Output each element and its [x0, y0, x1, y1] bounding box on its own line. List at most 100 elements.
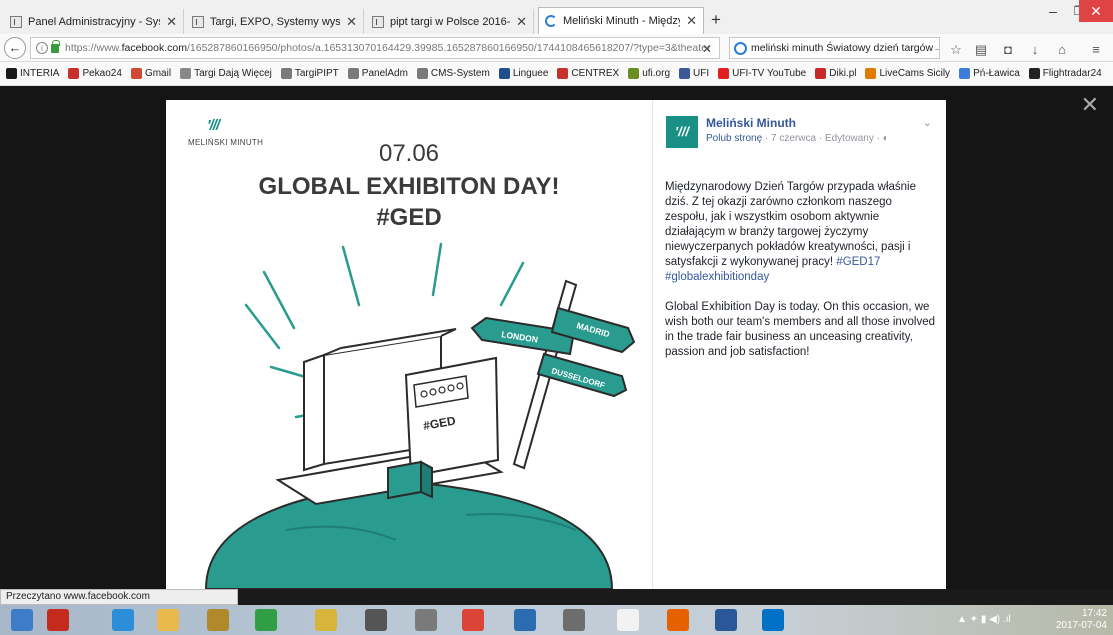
search-go-icon[interactable]: → — [933, 42, 939, 54]
pocket-icon[interactable]: ◘ — [1000, 42, 1016, 57]
taskbar-media-button[interactable] — [200, 607, 236, 633]
post-options-chevron-icon[interactable]: ⌄ — [923, 116, 932, 129]
tab-targi-expo[interactable]: Targi, EXPO, Systemy wystaw ✕ — [186, 9, 364, 34]
bookmark-item[interactable]: TargiPIPT — [280, 68, 339, 79]
bookmark-item[interactable]: CMS-System — [416, 68, 490, 79]
search-engine-icon — [734, 41, 747, 55]
tab-close-icon[interactable]: ✕ — [516, 14, 527, 30]
search-box[interactable]: meliński minuth Światowy dzień targów → — [729, 37, 940, 59]
loading-spinner-icon — [545, 15, 557, 27]
tab-close-icon[interactable]: ✕ — [346, 14, 357, 30]
bookmark-item[interactable]: Diki.pl — [815, 68, 856, 79]
taskbar-camera-button[interactable] — [358, 607, 394, 633]
bookmark-item[interactable]: Flightradar24 — [1028, 68, 1102, 79]
bookmark-item[interactable]: Pekao24 — [68, 68, 122, 79]
bookmark-label: Gmail — [144, 68, 172, 79]
ged-hashtag: #GED — [376, 204, 442, 231]
taskbar-app-button[interactable] — [507, 607, 543, 633]
new-tab-button[interactable]: + — [711, 10, 721, 30]
start-icon — [11, 609, 33, 631]
globe-icon: ◐ — [882, 133, 889, 144]
url-prefix: https://www. — [65, 42, 122, 54]
taskbar-ie-button[interactable] — [105, 607, 141, 633]
photo-image[interactable]: LONDON MADRID DUSSELDORF #GED '/// MELIŃ… — [166, 100, 652, 589]
bookmark-label: UFI-TV YouTube — [732, 68, 807, 79]
store-icon — [255, 609, 277, 631]
bookmark-item[interactable]: Gmail — [130, 68, 172, 79]
bookmark-label: UFI — [693, 68, 710, 79]
bookmark-label: Flightradar24 — [1042, 68, 1102, 79]
photos-icon — [315, 609, 337, 631]
tab-pipt-targi[interactable]: pipt targi w Polsce 2016-cale ✕ — [366, 9, 534, 34]
taskbar-explorer-button[interactable] — [150, 607, 186, 633]
outlook-icon — [762, 609, 784, 631]
ie-icon — [112, 609, 134, 631]
bookmark-label: Diki.pl — [829, 68, 857, 79]
taskbar-pen-button[interactable] — [408, 607, 444, 633]
taskbar-scanner-button[interactable] — [556, 607, 592, 633]
bookmark-item[interactable]: Targi Dają Więcej — [180, 68, 272, 79]
tab-close-icon[interactable]: ✕ — [686, 13, 697, 29]
windows-taskbar: ▲ ✦ ▮ ◀) .ıl 17:42 2017-07-04 — [0, 605, 1113, 635]
reading-list-icon[interactable]: ▤ — [973, 42, 989, 58]
pekao-icon — [68, 68, 80, 79]
home-icon[interactable]: ⌂ — [1054, 42, 1070, 57]
tab-melinski-minuth[interactable]: Meliński Minuth - Międzyna ✕ — [538, 7, 704, 34]
bookmark-label: CENTREX — [571, 68, 620, 79]
clock[interactable]: 17:42 2017-07-04 — [1056, 608, 1107, 632]
clock-time: 17:42 — [1081, 608, 1107, 619]
M-icon — [130, 68, 142, 79]
browser-tab-strip: Panel Administracyjny - Syst ✕ Targi, EX… — [0, 0, 1113, 34]
page-favicon-icon — [192, 15, 204, 28]
post-meta: Polub stronę · 7 czerwca · Edytowany · ◐ — [706, 133, 889, 144]
page-favicon-icon — [372, 15, 384, 28]
bookmark-item[interactable]: PanelAdm — [347, 68, 408, 79]
taskbar-store-button[interactable] — [248, 607, 284, 633]
bookmark-label: CMS-System — [430, 68, 490, 79]
tab-panel-administracyjny[interactable]: Panel Administracyjny - Syst ✕ — [4, 9, 184, 34]
plane-icon — [959, 68, 971, 79]
bookmark-item[interactable]: INTERIA — [6, 68, 59, 79]
media-icon — [207, 609, 229, 631]
star-icon[interactable]: ☆ — [948, 42, 964, 58]
download-icon[interactable]: ↓ — [1027, 42, 1043, 57]
taskbar-word-button[interactable] — [708, 607, 744, 633]
window-close-button[interactable]: ✕ — [1079, 0, 1113, 22]
taskbar-photos-button[interactable] — [308, 607, 344, 633]
bookmark-item[interactable]: UFI — [679, 68, 709, 79]
taskbar-outlook-button[interactable] — [755, 607, 791, 633]
tab-close-icon[interactable]: ✕ — [166, 14, 177, 30]
page-name-link[interactable]: Meliński Minuth — [706, 116, 796, 130]
bookmark-label: Targi Dają Więcej — [194, 68, 272, 79]
taskbar-file-button[interactable] — [610, 607, 646, 633]
bookmark-item[interactable]: UFI-TV YouTube — [718, 68, 806, 79]
taskbar-start-button[interactable] — [4, 607, 40, 633]
bookmark-item[interactable]: ufi.org — [628, 68, 670, 79]
C-icon — [557, 68, 569, 79]
tray-icons[interactable]: ▲ ✦ ▮ ◀) .ıl — [957, 614, 1011, 625]
back-button[interactable]: ← — [4, 37, 26, 59]
taskbar-firefox-button[interactable] — [660, 607, 696, 633]
theater-close-button[interactable]: ✕ — [1081, 92, 1099, 118]
firefox-icon — [667, 609, 689, 631]
bookmark-label: Pekao24 — [82, 68, 122, 79]
clear-url-icon[interactable]: ✕ — [702, 42, 712, 56]
bookmark-item[interactable]: LiveCams Sicily — [865, 68, 950, 79]
ged-headline: GLOBAL EXHIBITON DAY! — [258, 173, 560, 200]
menu-icon[interactable]: ≡ — [1088, 42, 1104, 57]
tab-label: Meliński Minuth - Międzyna — [563, 15, 680, 27]
bookmark-label: INTERIA — [20, 68, 60, 79]
bookmark-item[interactable]: Pń-Ławica — [959, 68, 1020, 79]
power-icon — [47, 609, 69, 631]
page-avatar[interactable]: '/// — [666, 116, 698, 148]
address-bar[interactable]: i https://www. facebook.com/1652878601669… — [30, 37, 720, 59]
info-icon[interactable]: i — [36, 42, 48, 54]
bookmark-item[interactable]: CENTREX — [557, 68, 619, 79]
bookmark-item[interactable]: Linguee — [498, 68, 548, 79]
tab-label: pipt targi w Polsce 2016-cale — [390, 15, 511, 28]
taskbar-chrome-button[interactable] — [455, 607, 491, 633]
taskbar-power-button[interactable] — [40, 607, 76, 633]
explorer-icon — [157, 609, 179, 631]
word-icon — [715, 609, 737, 631]
like-page-link[interactable]: Polub stronę — [706, 133, 762, 144]
